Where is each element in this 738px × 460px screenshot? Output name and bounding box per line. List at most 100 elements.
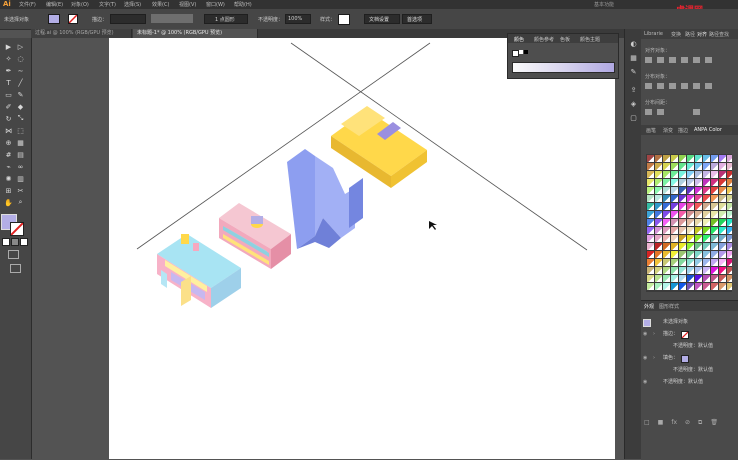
swatch[interactable]	[671, 171, 678, 178]
swatch[interactable]	[727, 275, 732, 282]
menu-file[interactable]: 文件(F)	[19, 1, 36, 8]
swatch[interactable]	[655, 283, 662, 290]
tab-libraries[interactable]: Librarie	[644, 31, 663, 37]
swatch[interactable]	[711, 235, 718, 242]
swatch[interactable]	[671, 267, 678, 274]
zoom-icon[interactable]: ⌕	[16, 198, 25, 207]
blend-icon[interactable]: ∞	[16, 162, 25, 171]
swatch[interactable]	[655, 155, 662, 162]
align-bottom-icon[interactable]	[705, 57, 712, 63]
swatch[interactable]	[679, 259, 686, 266]
swatch[interactable]	[663, 219, 670, 226]
tab-swatches[interactable]: 色板	[560, 36, 570, 43]
color-mode-icon[interactable]	[2, 238, 10, 246]
appearance-row-fill-opacity[interactable]: 不透明度：默认值	[641, 365, 738, 375]
swatch[interactable]	[711, 203, 718, 210]
swatch[interactable]	[695, 243, 702, 250]
swatch[interactable]	[695, 211, 702, 218]
swatch[interactable]	[647, 227, 654, 234]
brushes-panel-icon[interactable]: ✎	[629, 67, 638, 76]
swatch[interactable]	[695, 179, 702, 186]
swatch[interactable]	[727, 267, 732, 274]
lasso-icon[interactable]: ◌	[16, 54, 25, 63]
tab-stroke[interactable]: 描边	[678, 127, 688, 134]
swatch[interactable]	[671, 195, 678, 202]
distribute-vcenter-icon[interactable]	[657, 83, 664, 89]
swatch[interactable]	[671, 275, 678, 282]
eyedropper-icon[interactable]: ⌁	[4, 162, 13, 171]
align-to-icon[interactable]	[693, 109, 700, 115]
swatch[interactable]	[727, 243, 732, 250]
draw-mode-icon[interactable]	[8, 250, 19, 259]
swatch[interactable]	[687, 283, 694, 290]
swatch[interactable]	[711, 163, 718, 170]
tab-color-themes[interactable]: 颜色主题	[580, 36, 600, 43]
direct-selection-tool-icon[interactable]: ▷	[16, 42, 25, 51]
add-new-stroke-icon[interactable]: □	[644, 419, 650, 428]
swatch[interactable]	[695, 195, 702, 202]
swatch[interactable]	[647, 179, 654, 186]
swatch[interactable]	[655, 251, 662, 258]
swatch[interactable]	[679, 187, 686, 194]
symbol-sprayer-icon[interactable]: ✺	[4, 174, 13, 183]
tab-pathfinder-1[interactable]: 路径	[685, 31, 695, 38]
distribute-top-icon[interactable]	[645, 83, 652, 89]
artboard[interactable]	[109, 38, 615, 459]
swatch[interactable]	[655, 211, 662, 218]
paintbrush-icon[interactable]: ✎	[16, 90, 25, 99]
swatch[interactable]	[719, 171, 726, 178]
tab-brushes[interactable]: 画笔	[646, 127, 656, 134]
swatch[interactable]	[727, 283, 732, 290]
swatch[interactable]	[711, 195, 718, 202]
swatch[interactable]	[727, 195, 732, 202]
appearance-row-stroke-opacity[interactable]: 不透明度：默认值	[641, 341, 738, 351]
free-transform-icon[interactable]: ⬚	[16, 126, 25, 135]
menu-object[interactable]: 对象(O)	[71, 1, 89, 8]
tab-anpa-color[interactable]: ANPA Color	[694, 127, 722, 133]
swatch[interactable]	[703, 251, 710, 258]
swatch[interactable]	[671, 243, 678, 250]
swatch[interactable]	[647, 187, 654, 194]
swatch[interactable]	[711, 227, 718, 234]
eraser-icon[interactable]: ◆	[16, 102, 25, 111]
swatch[interactable]	[727, 251, 732, 258]
align-hcenter-icon[interactable]	[657, 57, 664, 63]
swatch[interactable]	[671, 163, 678, 170]
swatch[interactable]	[695, 155, 702, 162]
column-graph-icon[interactable]: ▥	[16, 174, 25, 183]
swatch[interactable]	[711, 155, 718, 162]
swatch[interactable]	[647, 243, 654, 250]
swatch[interactable]	[711, 259, 718, 266]
artboards-panel-icon[interactable]: ▢	[629, 113, 638, 122]
artboard-icon[interactable]: ⊞	[4, 186, 13, 195]
swatch[interactable]	[671, 259, 678, 266]
swatch[interactable]	[647, 259, 654, 266]
swatch[interactable]	[655, 203, 662, 210]
swatch[interactable]	[647, 235, 654, 242]
swatch[interactable]	[727, 203, 732, 210]
curvature-icon[interactable]: ∼	[16, 66, 25, 75]
tab-document-1[interactable]: 过程.ai @ 100% (RGB/GPU 预览)	[31, 29, 132, 38]
swatch[interactable]	[695, 163, 702, 170]
swatch[interactable]	[655, 235, 662, 242]
distribute-bottom-icon[interactable]	[669, 83, 676, 89]
swatch[interactable]	[663, 203, 670, 210]
swatch[interactable]	[647, 283, 654, 290]
swatch[interactable]	[671, 283, 678, 290]
swatch[interactable]	[671, 203, 678, 210]
type-icon[interactable]: T	[4, 78, 13, 87]
swatch[interactable]	[703, 163, 710, 170]
swatch[interactable]	[655, 171, 662, 178]
swatch[interactable]	[711, 219, 718, 226]
swatch[interactable]	[679, 251, 686, 258]
gradient-mode-icon[interactable]	[11, 238, 19, 246]
swatch[interactable]	[671, 155, 678, 162]
swatch[interactable]	[687, 195, 694, 202]
swatch[interactable]	[663, 243, 670, 250]
swatch[interactable]	[719, 267, 726, 274]
stroke-swatch[interactable]	[68, 14, 78, 24]
swatch[interactable]	[695, 235, 702, 242]
swatch[interactable]	[687, 179, 694, 186]
swatch[interactable]	[671, 187, 678, 194]
swatch[interactable]	[727, 235, 732, 242]
